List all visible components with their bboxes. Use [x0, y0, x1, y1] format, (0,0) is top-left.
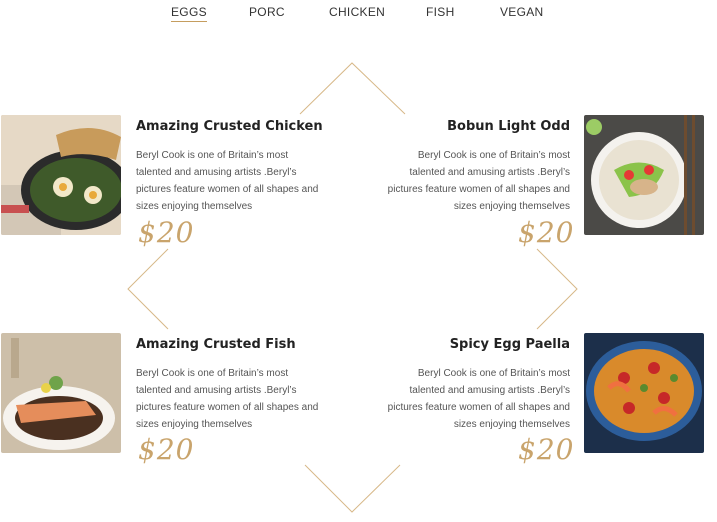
dish-title: Amazing Crusted Chicken [136, 119, 323, 134]
bottom-chevron-line [304, 464, 401, 513]
dish-description: Beryl Cook is one of Britain’s most tale… [136, 368, 319, 430]
top-chevron-line [299, 62, 406, 115]
dish-description: Beryl Cook is one of Britain’s most tale… [136, 150, 319, 212]
dish-photo[interactable] [584, 115, 704, 235]
left-chevron-line [127, 248, 169, 330]
dish-price: $20 [138, 433, 195, 466]
paella-image [584, 333, 704, 453]
crusted-chicken-image [1, 115, 121, 235]
dish-price: $20 [138, 216, 195, 249]
dish-price: $20 [518, 433, 575, 466]
dish-photo[interactable] [584, 333, 704, 453]
dish-photo[interactable] [1, 115, 121, 235]
dish-title: Spicy Egg Paella [449, 337, 570, 352]
dish-title: Bobun Light Odd [447, 119, 570, 134]
bobun-image [584, 115, 704, 235]
dish-title: Amazing Crusted Fish [136, 337, 296, 352]
dish-price: $20 [518, 216, 575, 249]
dish-photo[interactable] [1, 333, 121, 453]
crusted-fish-image [1, 333, 121, 453]
right-chevron-line [536, 248, 578, 330]
dish-description: Beryl Cook is one of Britain’s most tale… [387, 150, 570, 212]
dish-description: Beryl Cook is one of Britain’s most tale… [387, 368, 570, 430]
